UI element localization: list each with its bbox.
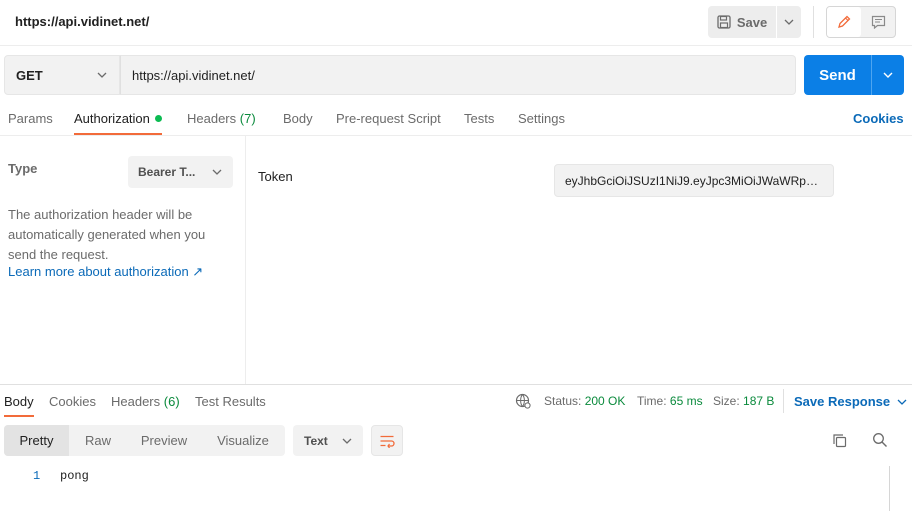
response-toolbar-divider xyxy=(783,389,784,413)
auth-panel-divider xyxy=(245,136,246,384)
method-value: GET xyxy=(16,67,43,83)
token-input[interactable]: eyJhbGciOiJSUzI1NiJ9.eyJpc3MiOiJWaWRpbmV… xyxy=(554,164,834,197)
chevron-down-icon xyxy=(97,72,107,78)
response-body-line: pong xyxy=(60,469,89,483)
response-tab-test-results[interactable]: Test Results xyxy=(195,394,266,409)
pencil-icon xyxy=(838,15,851,28)
tab-pre-request-script[interactable]: Pre-request Script xyxy=(336,111,441,126)
send-options-button[interactable] xyxy=(872,55,904,95)
header-divider xyxy=(813,6,814,38)
response-tab-headers[interactable]: Headers (6) xyxy=(111,394,180,409)
side-panel-toggle xyxy=(826,6,896,38)
request-title[interactable]: https://api.vidinet.net/ xyxy=(15,14,149,29)
view-preview-button[interactable]: Preview xyxy=(127,425,201,456)
send-button[interactable]: Send xyxy=(804,55,871,95)
response-active-tab-underline xyxy=(4,415,34,417)
edit-mode-button[interactable] xyxy=(827,7,861,37)
tab-settings[interactable]: Settings xyxy=(518,111,565,126)
size-value[interactable]: 187 B xyxy=(743,394,774,408)
chevron-down-icon xyxy=(897,399,907,405)
status-value[interactable]: 200 OK xyxy=(585,394,626,408)
response-status: Status: 200 OK xyxy=(544,394,625,408)
tab-tests[interactable]: Tests xyxy=(464,111,494,126)
save-response-button[interactable]: Save Response xyxy=(794,394,907,409)
save-response-label: Save Response xyxy=(794,394,891,409)
response-size: Size: 187 B xyxy=(713,394,774,408)
save-label: Save xyxy=(736,14,768,30)
save-options-button[interactable] xyxy=(777,6,801,38)
size-label: Size: xyxy=(713,394,740,408)
tab-headers-count: (7) xyxy=(239,111,256,126)
tab-authorization-label: Authorization xyxy=(74,111,150,126)
auth-type-value: Bearer T... xyxy=(138,165,196,179)
globe-icon[interactable] xyxy=(515,393,531,409)
view-pretty-button[interactable]: Pretty xyxy=(4,425,69,456)
response-view-switcher: Pretty Raw Preview Visualize xyxy=(4,425,285,456)
response-tab-body[interactable]: Body xyxy=(4,394,34,409)
time-value[interactable]: 65 ms xyxy=(670,394,703,408)
chevron-down-icon xyxy=(784,19,794,25)
time-label: Time: xyxy=(637,394,667,408)
view-visualize-button[interactable]: Visualize xyxy=(201,425,285,456)
auth-type-label: Type xyxy=(8,161,38,176)
wrap-lines-button[interactable] xyxy=(371,425,403,456)
tabs-divider xyxy=(0,135,912,136)
token-value: eyJhbGciOiJSUzI1NiJ9.eyJpc3MiOiJWaWRpbmV… xyxy=(565,173,823,188)
chevron-down-icon xyxy=(342,438,352,444)
cookies-link[interactable]: Cookies xyxy=(853,111,904,126)
save-group: Save xyxy=(708,6,801,38)
tab-headers-label: Headers xyxy=(187,111,237,126)
send-button-group: Send xyxy=(804,55,904,95)
chevron-down-icon xyxy=(212,169,222,175)
comments-button[interactable] xyxy=(861,7,895,37)
status-label: Status: xyxy=(544,394,582,408)
token-label: Token xyxy=(258,169,293,184)
header-divider-line xyxy=(0,45,912,46)
view-raw-button[interactable]: Raw xyxy=(69,425,127,456)
tab-authorization[interactable]: Authorization xyxy=(74,111,162,126)
save-icon xyxy=(717,15,731,29)
response-tab-headers-label: Headers xyxy=(111,394,161,409)
chevron-down-icon xyxy=(883,72,893,78)
response-format-select[interactable]: Text xyxy=(293,425,363,456)
save-button[interactable]: Save xyxy=(708,6,776,38)
auth-type-select[interactable]: Bearer T... xyxy=(128,156,233,188)
method-select[interactable]: GET xyxy=(4,55,120,95)
response-tab-headers-count: (6) xyxy=(163,394,180,409)
wrap-lines-icon xyxy=(380,435,395,448)
search-icon[interactable] xyxy=(872,432,888,448)
copy-icon[interactable] xyxy=(832,433,848,449)
response-scrollbar[interactable] xyxy=(889,466,890,511)
url-input[interactable]: https://api.vidinet.net/ xyxy=(120,55,796,95)
comment-icon xyxy=(871,15,885,29)
tab-params[interactable]: Params xyxy=(8,111,53,126)
response-divider xyxy=(0,384,912,385)
auth-description: The authorization header will be automat… xyxy=(8,207,206,262)
format-value: Text xyxy=(304,433,328,448)
line-number: 1 xyxy=(33,469,41,483)
response-tab-cookies[interactable]: Cookies xyxy=(49,394,96,409)
tab-body[interactable]: Body xyxy=(283,111,313,126)
auth-active-indicator xyxy=(154,115,162,123)
tab-headers[interactable]: Headers (7) xyxy=(187,111,256,126)
learn-more-auth-link[interactable]: Learn more about authorization ↗ xyxy=(8,264,203,280)
response-time: Time: 65 ms xyxy=(637,394,703,408)
